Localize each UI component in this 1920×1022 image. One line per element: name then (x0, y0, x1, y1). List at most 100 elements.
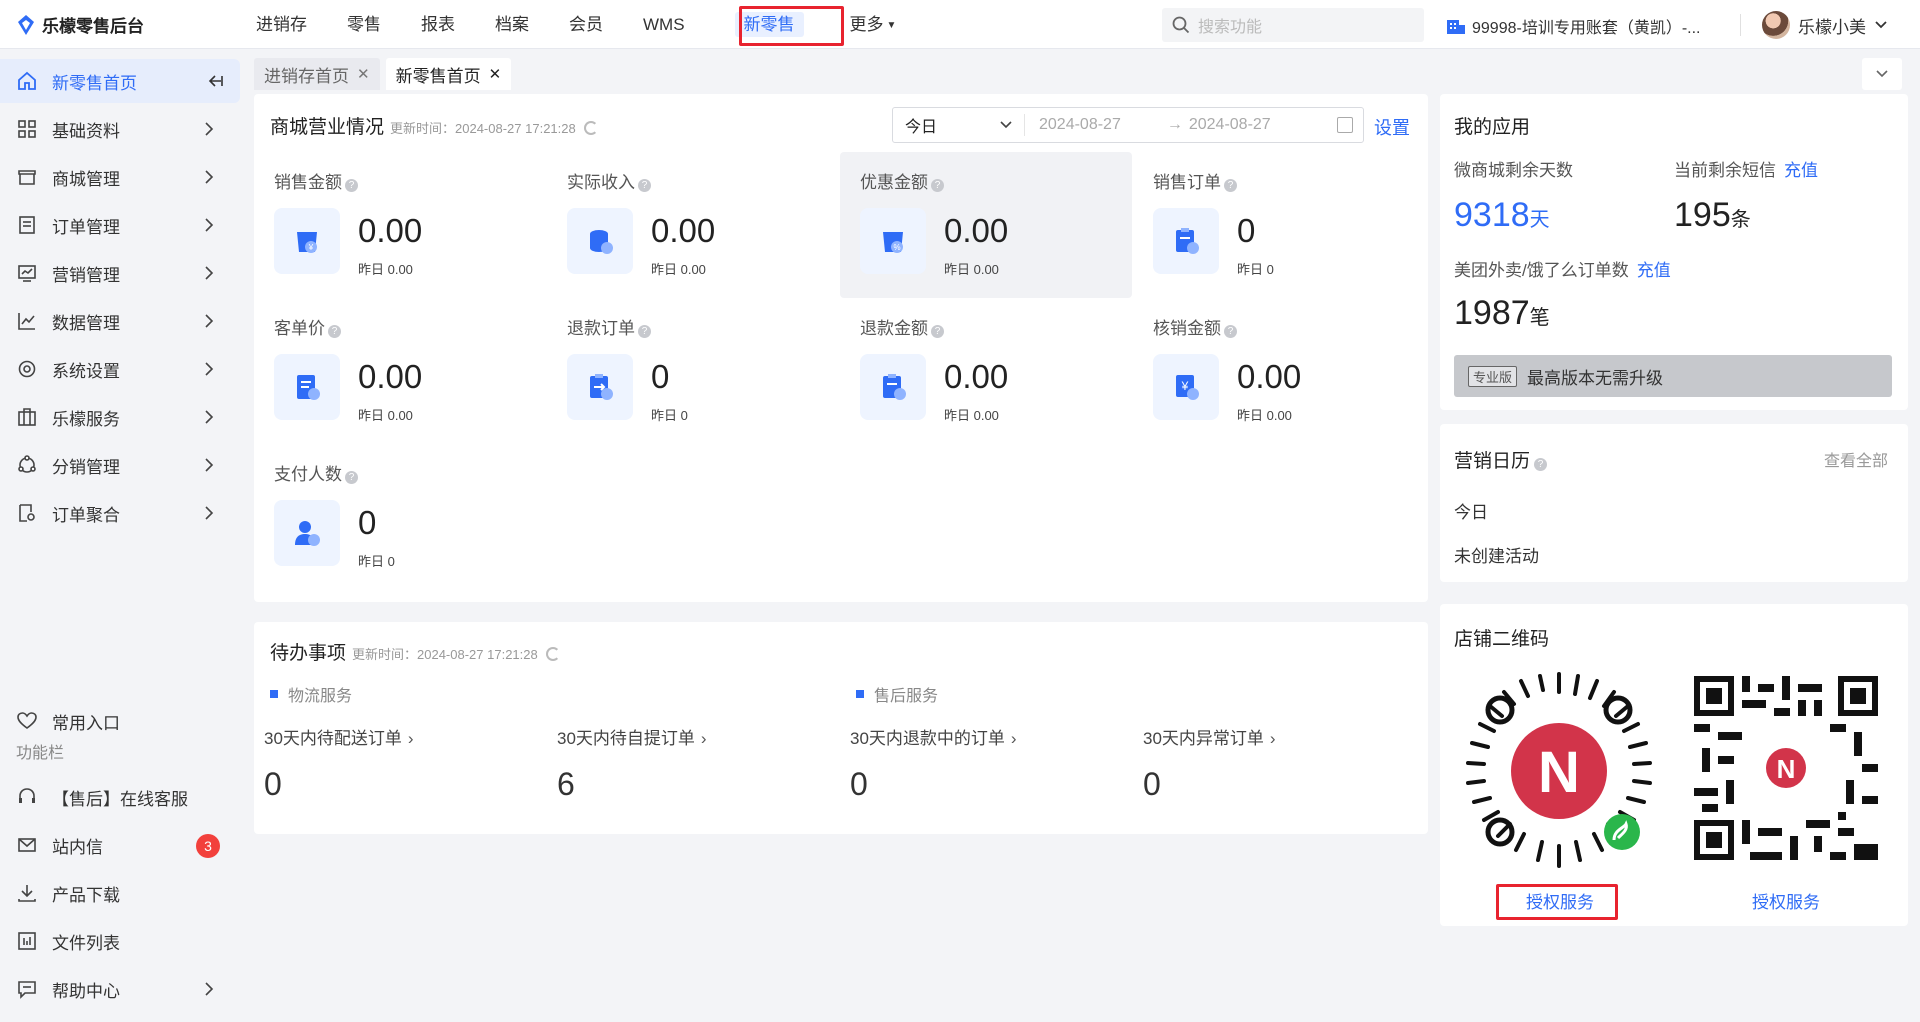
calendar-view-all-link[interactable]: 查看全部 (1824, 447, 1888, 471)
tabs-dropdown-button[interactable] (1862, 58, 1902, 90)
sidebar-item-orders[interactable]: 订单管理 (0, 203, 240, 247)
help-icon[interactable]: ? (328, 325, 341, 338)
collapse-sidebar-icon[interactable] (206, 72, 224, 90)
sidebar-item-marketing[interactable]: 营销管理 (0, 251, 240, 295)
tab-new-retail-home[interactable]: 新零售首页 ✕ (385, 58, 512, 90)
sidebar-item-label: 数据管理 (52, 313, 120, 333)
calendar-title-row: 营销日历? (1454, 446, 1548, 473)
tab-inventory-home[interactable]: 进销存首页 ✕ (254, 58, 380, 90)
sms-recharge-link[interactable]: 充值 (1784, 161, 1818, 180)
nav-archive[interactable]: 档案 (475, 0, 549, 49)
user-menu[interactable]: 乐檬小美 (1762, 11, 1888, 39)
sidebar-item-order-aggregation[interactable]: 订单聚合 (0, 491, 240, 535)
calendar-icon[interactable] (1337, 117, 1353, 133)
help-icon[interactable]: ? (1534, 458, 1548, 471)
nav-members[interactable]: 会员 (549, 0, 623, 49)
share-network-icon (16, 454, 38, 476)
help-icon[interactable]: ? (931, 179, 944, 192)
takeout-recharge-link[interactable]: 充值 (1637, 261, 1671, 280)
metric-yesterday: 昨日 0.00 (944, 262, 999, 277)
todo-pending-delivery[interactable]: 30天内待配送订单 › (264, 724, 414, 749)
help-icon[interactable]: ? (638, 325, 651, 338)
period-select[interactable]: 今日 (893, 114, 1025, 136)
caret-down-icon: ▼ (886, 20, 897, 31)
sidebar-item-basic-data[interactable]: 基础资料 (0, 107, 240, 151)
todo-group-logistics: 物流服务 (270, 682, 352, 706)
sidebar-item-distribution[interactable]: 分销管理 (0, 443, 240, 487)
sidebar-item-lemon-service[interactable]: 乐檬服务 (0, 395, 240, 439)
todo-pending-pickup-count[interactable]: 6 (557, 766, 575, 803)
help-icon[interactable]: ? (931, 325, 944, 338)
metric-value: 0 (651, 358, 670, 395)
heart-icon (16, 710, 38, 732)
calendar-today: 今日 (1454, 503, 1488, 522)
metric-discount-amount[interactable]: 优惠金额? % 0.00 昨日 0.00 (840, 152, 1132, 298)
metric-label: 实际收入 (567, 173, 635, 192)
close-icon[interactable]: ✕ (489, 65, 502, 83)
overview-title-row: 商城营业情况 更新时间：2024-08-27 17:21:28 (270, 112, 598, 139)
todo-refunding-orders[interactable]: 30天内退款中的订单 › (850, 724, 1017, 749)
mini-program-code-image: N (1466, 672, 1652, 868)
refresh-icon[interactable] (583, 121, 598, 135)
app-logo[interactable]: 乐檬零售后台 (16, 12, 144, 37)
date-range-picker[interactable]: 今日 2024-08-27 → 2024-08-27 (892, 107, 1364, 143)
sidebar-common-entry[interactable]: 常用入口 (0, 699, 240, 743)
todo-abnormal-orders[interactable]: 30天内异常订单 › (1143, 724, 1276, 749)
bar-chart-box-icon (16, 930, 38, 952)
sidebar-item-data[interactable]: 数据管理 (0, 299, 240, 343)
nav-wms[interactable]: WMS (623, 0, 705, 49)
sidebar-item-mall[interactable]: 商城管理 (0, 155, 240, 199)
document-yuan-icon (274, 354, 340, 420)
sidebar-item-messages[interactable]: 站内信 3 (0, 823, 240, 867)
sidebar-item-label: 分销管理 (52, 457, 120, 477)
todo-pending-delivery-count[interactable]: 0 (264, 766, 282, 803)
sidebar: 新零售首页 基础资料 商城管理 订单管理 营销管理 数据管理 系统设置 乐檬服务 (0, 49, 248, 1022)
sidebar-item-new-retail-home[interactable]: 新零售首页 (0, 59, 240, 103)
account-switcher[interactable]: 99998-培训专用账套（黄凯）-... (1446, 14, 1701, 38)
nav-retail[interactable]: 零售 (327, 0, 401, 49)
qr-auth-link[interactable]: 授权服务 (1752, 888, 1820, 913)
mall-days-label: 微商城剩余天数 (1454, 161, 1573, 180)
help-icon[interactable]: ? (345, 471, 358, 484)
chevron-down-icon (1876, 70, 1888, 78)
close-icon[interactable]: ✕ (357, 65, 370, 83)
svg-text:¥: ¥ (1181, 379, 1189, 393)
nav-reports[interactable]: 报表 (401, 0, 475, 49)
date-start[interactable]: 2024-08-27 (1039, 116, 1121, 134)
metric-refund-amount[interactable]: 退款金额? 0.00 昨日 0.00 (840, 298, 1132, 444)
date-end[interactable]: 2024-08-27 (1189, 116, 1271, 134)
sidebar-item-system-settings[interactable]: 系统设置 (0, 347, 240, 391)
chevron-right-icon (205, 218, 214, 232)
sidebar-item-online-service[interactable]: 【售后】在线客服 (0, 775, 240, 819)
sidebar-item-help-center[interactable]: 帮助中心 (0, 967, 240, 1011)
nav-inventory[interactable]: 进销存 (236, 0, 327, 49)
metric-label: 支付人数 (274, 465, 342, 484)
todo-pending-pickup[interactable]: 30天内待自提订单 › (557, 724, 707, 749)
metric-refund-orders[interactable]: 退款订单? 0 昨日 0 (547, 298, 839, 444)
metric-paying-users[interactable]: 支付人数? 0 昨日 0 (254, 444, 546, 590)
metric-value: 0.00 (358, 212, 423, 249)
metric-actual-income[interactable]: 实际收入? 0.00 昨日 0.00 (547, 152, 839, 298)
help-icon[interactable]: ? (345, 179, 358, 192)
sidebar-item-label: 基础资料 (52, 121, 120, 141)
metric-sales-orders[interactable]: 销售订单? 0 昨日 0 (1133, 152, 1425, 298)
help-icon[interactable]: ? (1224, 179, 1237, 192)
line-chart-icon (16, 310, 38, 332)
overview-settings-link[interactable]: 设置 (1374, 114, 1410, 140)
metric-avg-order-value[interactable]: 客单价? 0.00 昨日 0.00 (254, 298, 546, 444)
help-icon[interactable]: ? (1224, 325, 1237, 338)
sidebar-item-label: 新零售首页 (52, 73, 137, 93)
chevron-right-icon (205, 314, 214, 328)
refresh-icon[interactable] (545, 647, 560, 661)
search-box[interactable]: 搜索功能 (1162, 8, 1424, 42)
yuan-check-icon: ¥ (1153, 354, 1219, 420)
sidebar-item-file-list[interactable]: 文件列表 (0, 919, 240, 963)
tab-label: 进销存首页 (264, 66, 349, 86)
help-icon[interactable]: ? (638, 179, 651, 192)
todo-abnormal-orders-count[interactable]: 0 (1143, 766, 1161, 803)
metric-sales-amount[interactable]: 销售金额? ¥ 0.00 昨日 0.00 (254, 152, 546, 298)
refund-amount-icon (860, 354, 926, 420)
todo-refunding-orders-count[interactable]: 0 (850, 766, 868, 803)
sidebar-item-downloads[interactable]: 产品下载 (0, 871, 240, 915)
metric-verification-amount[interactable]: 核销金额? ¥ 0.00 昨日 0.00 (1133, 298, 1425, 444)
